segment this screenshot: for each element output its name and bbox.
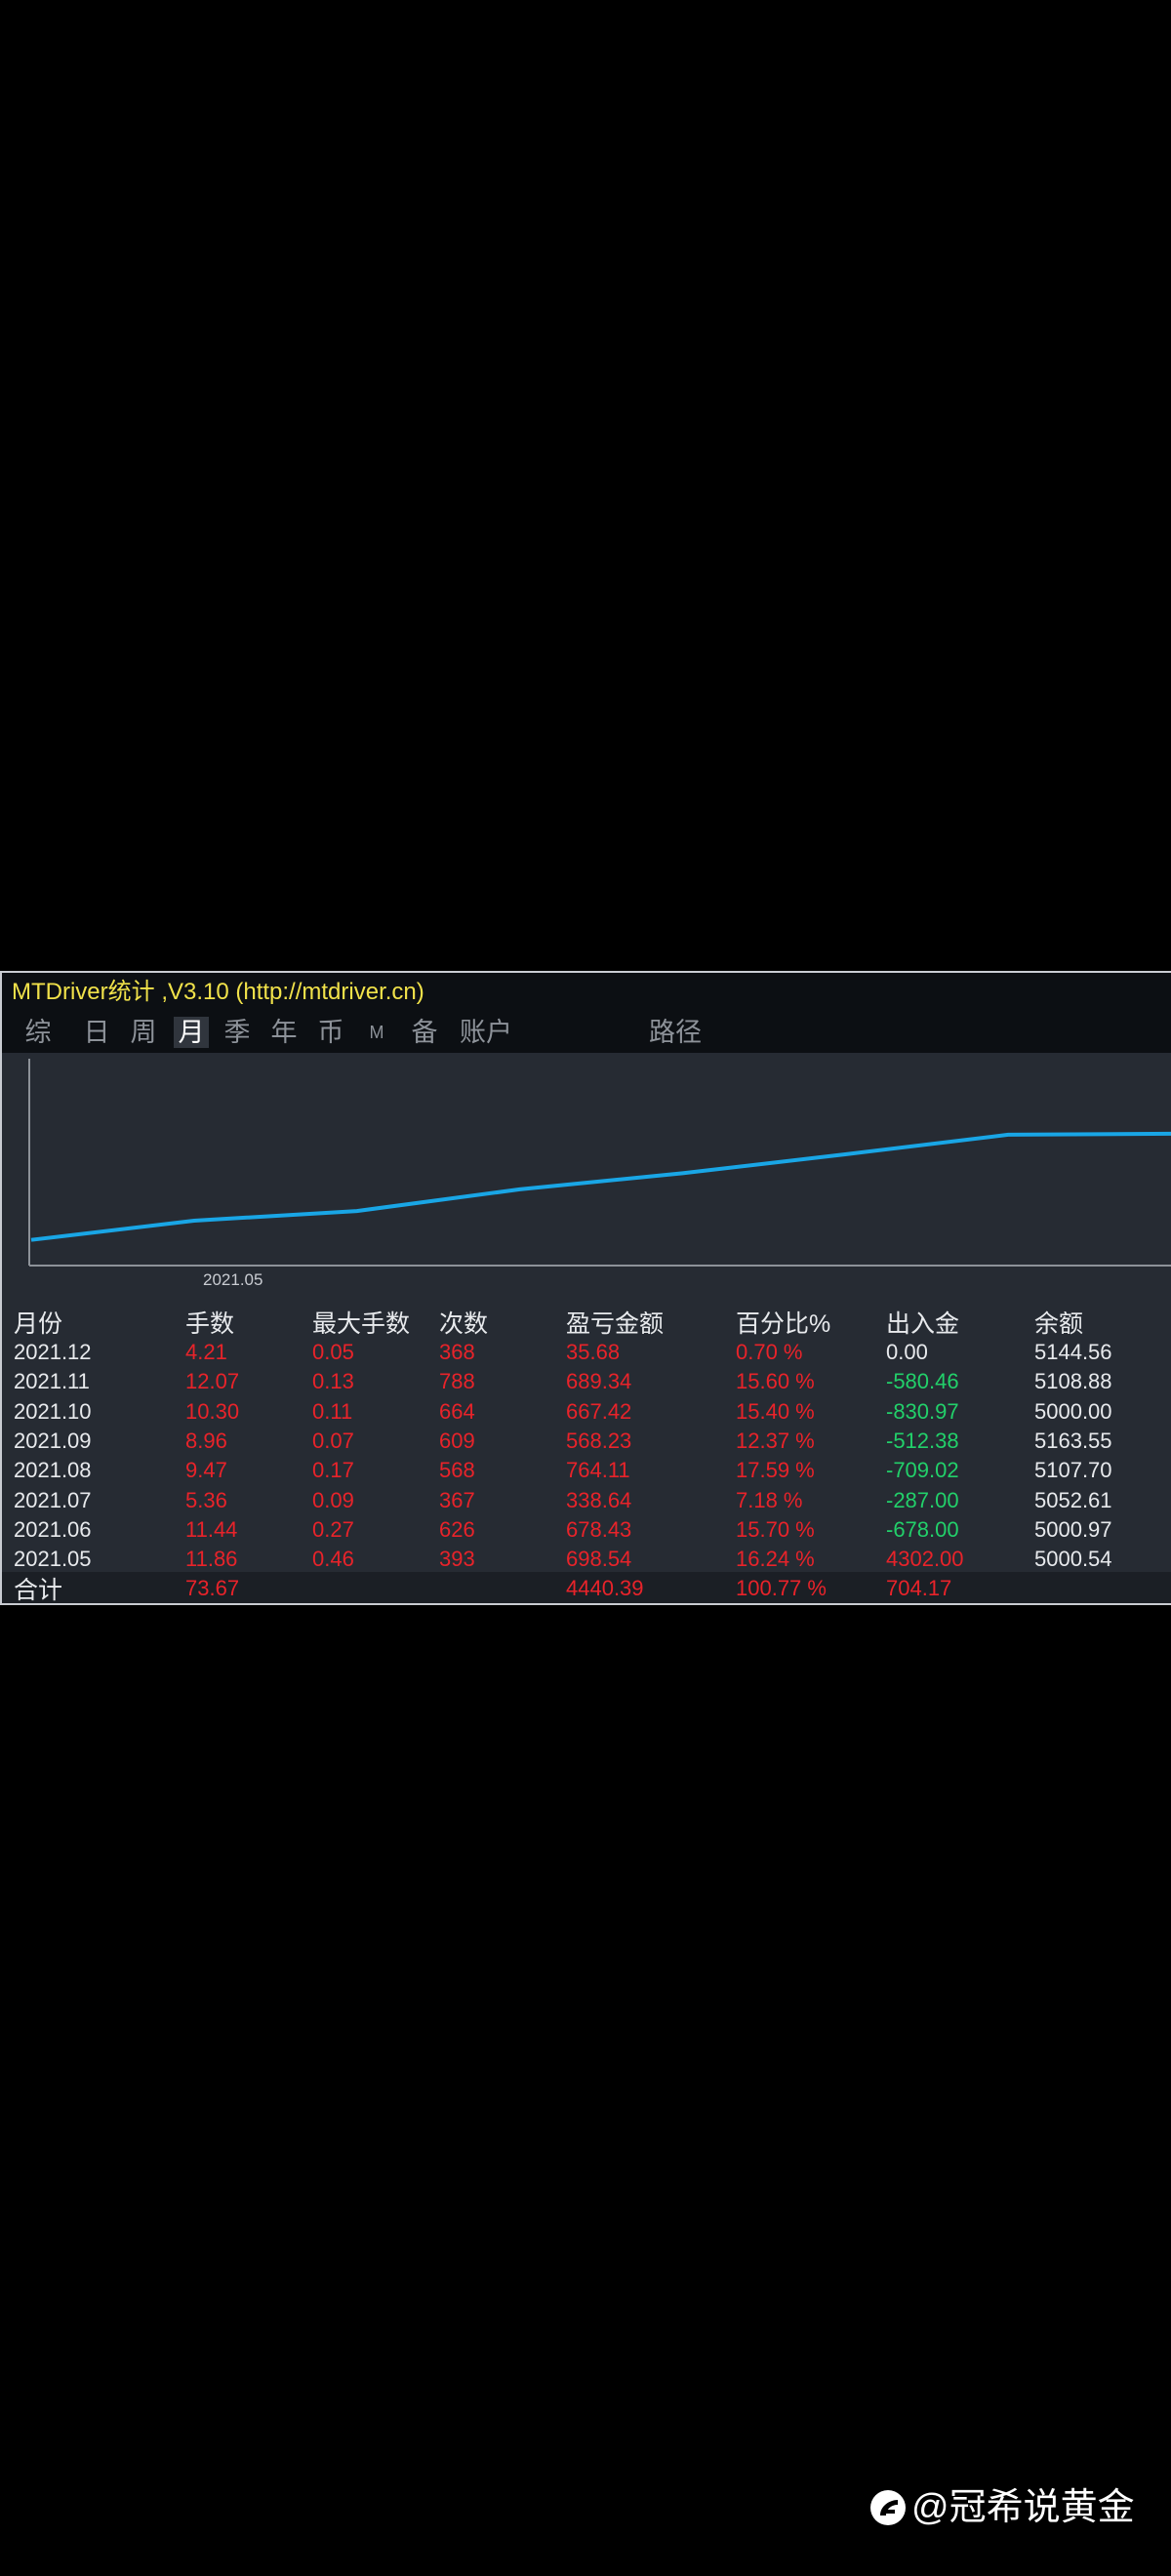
cell-percent: 16.24 %	[736, 1547, 815, 1572]
header-max-lots: 最大手数	[312, 1310, 411, 1338]
cell-lots: 11.44	[185, 1516, 238, 1542]
cell-count: 393	[439, 1547, 475, 1572]
tab-path[interactable]: 路径	[646, 1017, 705, 1048]
cell-lots: 11.86	[185, 1547, 238, 1572]
cell-profit: 698.54	[566, 1547, 632, 1572]
tab-bar: 综 日 周 月 季 年 币 M 备 账户 路径	[2, 1012, 1171, 1053]
header-balance: 余额	[1034, 1310, 1084, 1338]
tab-summary[interactable]: 综	[21, 1017, 55, 1048]
cell-month: 2021.12	[14, 1340, 92, 1364]
cell-cash-flow: -830.97	[886, 1398, 959, 1424]
cell-month: 2021.06	[14, 1516, 92, 1542]
cell-balance: 5052.61	[1034, 1487, 1112, 1512]
weibo-style-logo-icon	[870, 2490, 906, 2525]
cell-balance: 5107.70	[1034, 1458, 1112, 1483]
cell-max-lots: 0.11	[312, 1398, 353, 1424]
total-lots: 73.67	[185, 1576, 240, 1600]
cell-percent: 17.59 %	[736, 1458, 815, 1483]
cell-percent: 7.18 %	[736, 1487, 803, 1512]
cell-lots: 5.36	[185, 1487, 227, 1512]
cell-lots: 8.96	[185, 1428, 227, 1453]
cell-count: 626	[439, 1516, 475, 1542]
cell-balance: 5000.54	[1034, 1547, 1112, 1572]
cell-cash-flow: -709.02	[886, 1458, 959, 1483]
tab-week[interactable]: 周	[127, 1017, 160, 1048]
header-month: 月份	[14, 1310, 63, 1338]
header-profit: 盈亏金额	[566, 1310, 665, 1338]
cell-count: 568	[439, 1458, 475, 1483]
total-percent: 100.77 %	[736, 1576, 827, 1600]
cell-count: 367	[439, 1487, 475, 1512]
tab-notes[interactable]: 备	[408, 1017, 441, 1048]
cell-max-lots: 0.46	[312, 1547, 354, 1572]
cell-balance: 5163.55	[1034, 1428, 1112, 1453]
cell-cash-flow: -512.38	[886, 1428, 959, 1453]
cell-max-lots: 0.05	[312, 1340, 354, 1364]
cell-max-lots: 0.17	[312, 1458, 354, 1483]
cell-percent: 0.70 %	[736, 1340, 803, 1364]
cell-percent: 15.40 %	[736, 1398, 815, 1424]
cell-month: 2021.10	[14, 1398, 92, 1424]
total-row: 合计 73.67 4440.39 100.77 % 704.17	[2, 1572, 1171, 1604]
cell-lots: 4.21	[185, 1340, 227, 1364]
balance-curve-chart: 2021.05	[2, 1053, 1171, 1297]
tab-account[interactable]: 账户	[457, 1017, 515, 1048]
cell-month: 2021.05	[14, 1547, 92, 1572]
cell-percent: 15.60 %	[736, 1369, 815, 1394]
cell-month: 2021.11	[14, 1369, 90, 1394]
mtdriver-stats-panel: MTDriver统计 ,V3.10 (http://mtdriver.cn) 综…	[0, 971, 1171, 1605]
window-title: MTDriver统计 ,V3.10 (http://mtdriver.cn)	[2, 973, 1171, 1012]
cell-percent: 12.37 %	[736, 1428, 815, 1453]
header-cash-flow: 出入金	[886, 1310, 960, 1338]
header-lots: 手数	[185, 1310, 235, 1338]
cell-count: 788	[439, 1369, 475, 1394]
cell-profit: 568.23	[566, 1428, 632, 1453]
cell-profit: 764.11	[566, 1458, 630, 1483]
cell-cash-flow: 0.00	[886, 1340, 928, 1364]
cell-max-lots: 0.27	[312, 1516, 354, 1542]
cell-count: 664	[439, 1398, 475, 1424]
cell-lots: 10.30	[185, 1398, 240, 1424]
cell-max-lots: 0.13	[312, 1369, 354, 1394]
watermark: @冠希说黄金	[868, 2483, 1135, 2532]
cell-max-lots: 0.09	[312, 1487, 354, 1512]
tab-month[interactable]: 月	[174, 1017, 209, 1048]
cell-cash-flow: -287.00	[886, 1487, 959, 1512]
cell-month: 2021.07	[14, 1487, 92, 1512]
watermark-text: @冠希说黄金	[911, 2487, 1135, 2528]
cell-lots: 12.07	[185, 1369, 240, 1394]
cell-max-lots: 0.07	[312, 1428, 354, 1453]
cell-balance: 5000.97	[1034, 1516, 1112, 1542]
cell-count: 609	[439, 1428, 475, 1453]
cell-month: 2021.08	[14, 1458, 92, 1483]
total-label: 合计	[14, 1577, 63, 1604]
cell-month: 2021.09	[14, 1428, 92, 1453]
cell-profit: 689.34	[566, 1369, 632, 1394]
tab-year[interactable]: 年	[267, 1017, 301, 1048]
balance-curve-line	[30, 1131, 1171, 1242]
x-tick-label: 2021.05	[203, 1270, 262, 1289]
cell-percent: 15.70 %	[736, 1516, 815, 1542]
tab-currency[interactable]: 币	[314, 1017, 347, 1048]
total-profit: 4440.39	[566, 1576, 644, 1600]
cell-profit: 667.42	[566, 1398, 632, 1424]
header-percent: 百分比%	[736, 1310, 831, 1338]
tab-m[interactable]: M	[363, 1017, 390, 1048]
cell-cash-flow: -678.00	[886, 1516, 959, 1542]
cell-cash-flow: 4302.00	[886, 1547, 964, 1572]
cell-lots: 9.47	[185, 1458, 227, 1483]
cell-cash-flow: -580.46	[886, 1369, 959, 1394]
cell-balance: 5108.88	[1034, 1369, 1112, 1394]
cell-balance: 5000.00	[1034, 1398, 1112, 1424]
cell-balance: 5144.56	[1034, 1340, 1112, 1364]
cell-profit: 35.68	[566, 1340, 621, 1364]
total-cash-flow: 704.17	[886, 1576, 952, 1600]
cell-count: 368	[439, 1340, 475, 1364]
cell-profit: 678.43	[566, 1516, 632, 1542]
cell-profit: 338.64	[566, 1487, 632, 1512]
tab-day[interactable]: 日	[80, 1017, 113, 1048]
tab-quarter[interactable]: 季	[221, 1017, 254, 1048]
header-count: 次数	[439, 1310, 489, 1338]
